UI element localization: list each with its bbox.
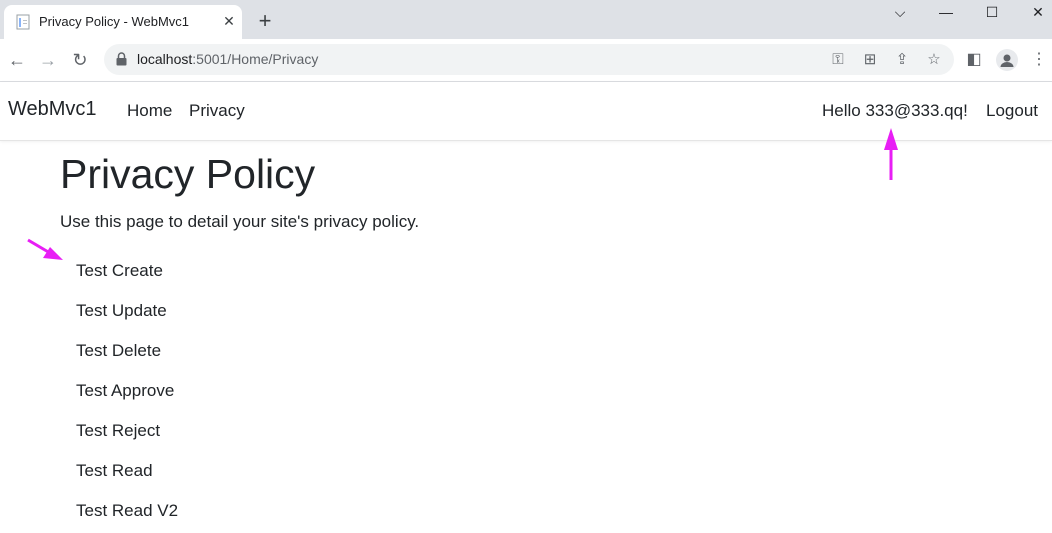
browser-toolbar: ← → ↻ localhost:5001/Home/Privacy ⚿ ⊞ ⇪ … (0, 39, 1052, 82)
minimize-icon[interactable]: — (935, 3, 957, 21)
url-text[interactable]: localhost:5001/Home/Privacy (137, 51, 318, 67)
brand-link[interactable]: WebMvc1 (8, 98, 97, 121)
tab-close-icon[interactable]: ✕ (221, 13, 237, 29)
bookmark-star-icon[interactable]: ☆ (924, 50, 944, 70)
tab-title: Privacy Policy - WebMvc1 (39, 14, 190, 29)
test-read-link[interactable]: Test Read (76, 461, 153, 481)
new-tab-icon[interactable]: + (255, 10, 275, 32)
test-read-v2-link[interactable]: Test Read V2 (76, 501, 178, 521)
translate-icon[interactable]: ⊞ (860, 50, 880, 70)
window-close-icon[interactable]: ✕ (1027, 3, 1049, 21)
back-icon[interactable]: ← (6, 49, 28, 71)
forward-icon[interactable]: → (37, 49, 59, 71)
user-greeting-link[interactable]: Hello 333@333.qq! (822, 101, 968, 121)
share-icon[interactable]: ⇪ (892, 50, 912, 70)
site-navbar: WebMvc1 Home Privacy Hello 333@333.qq! L… (0, 82, 1052, 141)
browser-menu-icon[interactable]: ⋮ (1028, 49, 1050, 71)
address-bar[interactable]: localhost:5001/Home/Privacy ⚿ ⊞ ⇪ ☆ (104, 44, 954, 75)
arrow-to-actions (27, 238, 63, 260)
browser-tabstrip: Privacy Policy - WebMvc1 ✕ + ⌵ — ☐ ✕ (0, 0, 1052, 39)
person-icon (1000, 54, 1014, 67)
browser-tab[interactable]: Privacy Policy - WebMvc1 ✕ (4, 5, 242, 39)
nav-home-link[interactable]: Home (127, 101, 172, 121)
key-icon[interactable]: ⚿ (828, 50, 848, 70)
profile-avatar-icon[interactable] (996, 49, 1018, 71)
maximize-icon[interactable]: ☐ (981, 3, 1003, 21)
test-create-link[interactable]: Test Create (76, 261, 163, 281)
test-approve-link[interactable]: Test Approve (76, 381, 174, 401)
page-favicon-icon (16, 14, 30, 30)
test-delete-link[interactable]: Test Delete (76, 341, 161, 361)
nav-privacy-link[interactable]: Privacy (189, 101, 245, 121)
page-description: Use this page to detail your site's priv… (60, 212, 420, 231)
test-update-link[interactable]: Test Update (76, 301, 167, 321)
side-panel-icon[interactable]: ◧ (963, 49, 985, 71)
logout-button[interactable]: Logout (986, 101, 1038, 121)
page-title: Privacy Policy (60, 151, 316, 197)
reload-icon[interactable]: ↻ (69, 49, 91, 71)
tab-search-chevron-icon[interactable]: ⌵ (889, 3, 911, 21)
lock-icon (116, 52, 127, 66)
test-reject-link[interactable]: Test Reject (76, 421, 160, 441)
